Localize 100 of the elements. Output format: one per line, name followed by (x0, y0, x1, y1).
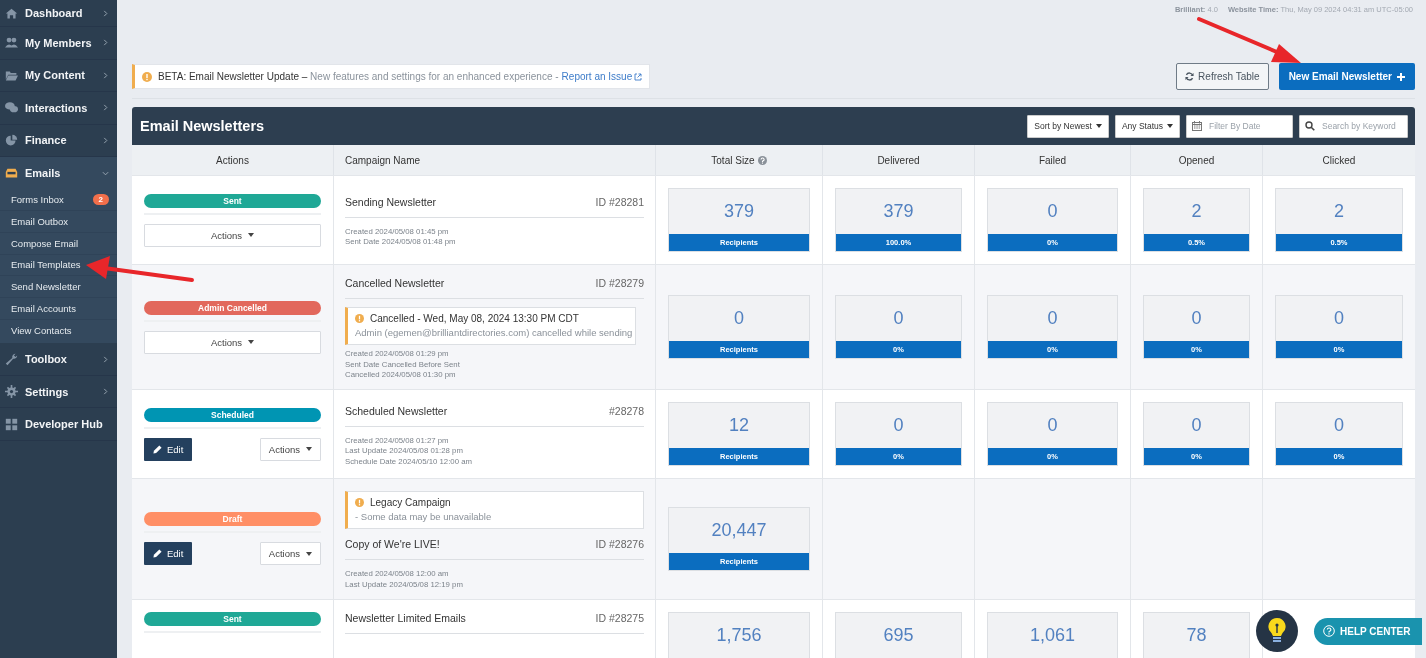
info-icon (142, 71, 152, 82)
campaign-id: #28278 (608, 404, 644, 417)
external-link-icon (634, 72, 643, 81)
wrench-icon (5, 352, 18, 366)
gear-icon (5, 385, 18, 399)
sidebar-item[interactable]: Developer Hub (0, 408, 117, 441)
stat-value: 0 (892, 414, 905, 437)
column-header: Failed (975, 145, 1131, 175)
stat-value: 1,756 (715, 623, 763, 647)
stat-value: 0 (1046, 307, 1059, 330)
stat-value: 379 (722, 200, 755, 223)
plus-icon (1397, 72, 1405, 81)
status-badge: Admin Cancelled (144, 300, 321, 315)
filter-dropdown[interactable]: Sort by Newest (1027, 114, 1109, 138)
stat-value: 20,447 (710, 518, 768, 542)
grid-icon (5, 417, 18, 431)
sidebar-item[interactable]: My Members (0, 27, 117, 60)
sidebar-item[interactable]: Toolbox (0, 343, 117, 376)
pencil-icon (153, 444, 162, 454)
stat-value: 78 (1185, 623, 1208, 647)
actions-dropdown[interactable]: Actions (259, 542, 321, 566)
notice-text: BETA: Email Newsletter Update – New features and settings for an enhanced experience - (158, 71, 559, 82)
campaign-name: Scheduled Newsletter (345, 404, 448, 417)
edit-button[interactable]: Edit (144, 437, 193, 461)
sidebar-subitem[interactable]: Compose Email (0, 232, 117, 255)
actions-dropdown[interactable]: Actions (144, 330, 321, 354)
campaign-id: ID #28275 (595, 611, 644, 624)
column-header: Opened (1131, 145, 1263, 175)
stat-value: 0 (1333, 307, 1345, 330)
sidebar-item[interactable]: My Content (0, 59, 117, 92)
stat-value: 0 (1190, 414, 1203, 437)
folder-icon (5, 68, 18, 82)
campaign-id: ID #28276 (595, 538, 644, 550)
edit-button[interactable]: Edit (144, 542, 193, 566)
stat-value: 2 (1190, 200, 1203, 223)
stat-value: 0 (1046, 414, 1059, 437)
info-icon (355, 498, 364, 507)
caret-icon (248, 233, 255, 237)
column-header: Total Size (656, 145, 823, 175)
campaign-name: Cancelled Newsletter (345, 277, 445, 289)
date-filter-field[interactable]: Filter By Date (1186, 114, 1293, 138)
filter-dropdown[interactable]: Any Status (1114, 114, 1180, 138)
inbox-icon (5, 166, 18, 180)
caret-icon (1095, 124, 1102, 128)
campaign-name: Sending Newsletter (345, 195, 437, 208)
campaign-id: ID #28281 (595, 195, 644, 208)
refresh-icon (1185, 72, 1195, 81)
report-issue-link[interactable]: Report an Issue (561, 71, 633, 82)
sidebar-item[interactable]: Dashboard (0, 0, 117, 27)
help-icon (1323, 625, 1335, 637)
actions-dropdown[interactable]: Actions (144, 223, 321, 247)
stat-value: 2 (1333, 200, 1345, 223)
sidebar-subitem[interactable]: Send Newsletter (0, 276, 117, 298)
sidebar-subitem[interactable]: View Contacts (0, 319, 117, 342)
stat-value: 1,061 (1028, 623, 1076, 647)
column-header: Actions (132, 145, 334, 175)
notice-title: Cancelled - Wed, May 08, 2024 13:30 PM CDT (370, 313, 579, 324)
column-header: Campaign Name (334, 145, 656, 175)
campaign-id: ID #28279 (595, 277, 644, 289)
status-badge: Sent (144, 193, 321, 208)
home-icon (5, 6, 18, 20)
sidebar-subitem[interactable]: Email Outbox (0, 211, 117, 233)
stat-value: 0 (892, 307, 905, 330)
stat-value: 12 (728, 414, 750, 437)
campaign-name: Copy of We're LIVE! (345, 538, 440, 550)
status-badge: Draft (144, 512, 321, 527)
status-badge: Scheduled (144, 407, 321, 422)
stat-value: 695 (882, 623, 915, 647)
caret-icon (306, 447, 312, 451)
pie-chart-icon (5, 133, 18, 147)
notice-title: Legacy Campaign (370, 497, 451, 508)
lightbulb-icon (1267, 617, 1287, 645)
caret-icon (306, 551, 312, 556)
info-icon (355, 314, 364, 323)
caret-icon (248, 340, 255, 344)
sidebar-item[interactable]: Settings (0, 375, 117, 409)
stat-value: 0 (1333, 414, 1345, 437)
sidebar-subitem[interactable]: Email Accounts (0, 297, 117, 320)
refresh-table-button[interactable]: Refresh Table (1176, 63, 1269, 90)
caret-icon (1167, 124, 1173, 128)
stat-value: 379 (882, 200, 915, 223)
sidebar-item[interactable]: Interactions (0, 92, 117, 125)
stat-value: 0 (1190, 307, 1203, 330)
column-header: Delivered (823, 145, 975, 175)
column-header: Clicked (1263, 145, 1415, 175)
status-badge: Sent (144, 611, 321, 626)
campaign-name: Newsletter Limited Emails (345, 611, 466, 624)
actions-dropdown[interactable]: Actions (259, 437, 321, 461)
new-newsletter-button[interactable]: New Email Newsletter (1278, 63, 1415, 90)
pencil-icon (153, 549, 162, 559)
search-field[interactable]: Search by Keyword (1299, 114, 1408, 138)
chat-icon (5, 101, 18, 115)
users-icon (5, 36, 18, 50)
sidebar-item[interactable]: Emails (0, 157, 117, 190)
stat-value: 0 (733, 307, 745, 330)
stat-value: 0 (1046, 200, 1059, 223)
panel-title: Email Newsletters (140, 118, 266, 134)
sidebar-subitem[interactable]: Forms Inbox 2 (0, 189, 117, 212)
help-center-button[interactable]: HELP CENTER (1314, 617, 1423, 645)
count-badge: 2 (92, 194, 109, 206)
